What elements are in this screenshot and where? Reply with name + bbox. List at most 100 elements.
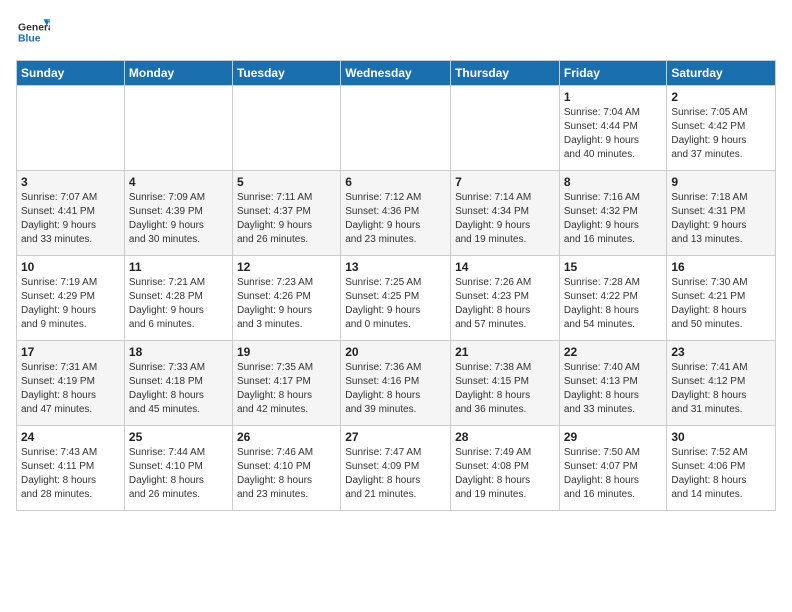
week-row-1: 1 Sunrise: 7:04 AM Sunset: 4:44 PM Daylig… <box>17 86 776 171</box>
day-cell-1: 1 Sunrise: 7:04 AM Sunset: 4:44 PM Daylig… <box>559 86 667 171</box>
day-number-9: 9 <box>671 175 771 189</box>
week-row-2: 3 Sunrise: 7:07 AM Sunset: 4:41 PM Daylig… <box>17 171 776 256</box>
day-info-15: Sunrise: 7:28 AM Sunset: 4:22 PM Dayligh… <box>564 276 663 332</box>
logo-icon: General Blue <box>18 16 50 48</box>
header: General Blue <box>16 16 776 48</box>
day-cell-5: 5 Sunrise: 7:11 AM Sunset: 4:37 PM Daylig… <box>232 171 340 256</box>
day-cell-28: 28 Sunrise: 7:49 AM Sunset: 4:08 PM Dayli… <box>451 426 560 511</box>
day-number-24: 24 <box>21 430 120 444</box>
day-number-20: 20 <box>345 345 446 359</box>
day-info-24: Sunrise: 7:43 AM Sunset: 4:11 PM Dayligh… <box>21 446 120 502</box>
day-number-27: 27 <box>345 430 446 444</box>
day-cell-7: 7Sunrise: 7:14 AM Sunset: 4:34 PM Daylig… <box>451 171 560 256</box>
day-info-14: Sunrise: 7:26 AM Sunset: 4:23 PM Dayligh… <box>455 276 555 332</box>
day-info-20: Sunrise: 7:36 AM Sunset: 4:16 PM Dayligh… <box>345 361 446 417</box>
day-info-10: Sunrise: 7:19 AM Sunset: 4:29 PM Dayligh… <box>21 276 120 332</box>
day-cell-3: 3 Sunrise: 7:07 AM Sunset: 4:41 PM Daylig… <box>17 171 125 256</box>
day-cell-13: 13 Sunrise: 7:25 AM Sunset: 4:25 PM Dayli… <box>341 256 451 341</box>
day-info-25: Sunrise: 7:44 AM Sunset: 4:10 PM Dayligh… <box>129 446 228 502</box>
col-header-sunday: Sunday <box>17 61 125 86</box>
day-cell-22: 22Sunrise: 7:40 AM Sunset: 4:13 PM Dayli… <box>559 341 667 426</box>
calendar: SundayMondayTuesdayWednesdayThursdayFrid… <box>16 60 776 511</box>
day-number-14: 14 <box>455 260 555 274</box>
day-number-8: 8 <box>564 175 663 189</box>
day-number-2: 2 <box>671 90 771 104</box>
day-info-26: Sunrise: 7:46 AM Sunset: 4:10 PM Dayligh… <box>237 446 336 502</box>
day-cell-9: 9 Sunrise: 7:18 AM Sunset: 4:31 PM Daylig… <box>667 171 776 256</box>
day-number-4: 4 <box>129 175 228 189</box>
day-info-17: Sunrise: 7:31 AM Sunset: 4:19 PM Dayligh… <box>21 361 120 417</box>
col-header-monday: Monday <box>124 61 232 86</box>
empty-cell <box>232 86 340 171</box>
day-info-6: Sunrise: 7:12 AM Sunset: 4:36 PM Dayligh… <box>345 191 446 247</box>
day-cell-30: 30 Sunrise: 7:52 AM Sunset: 4:06 PM Dayli… <box>667 426 776 511</box>
day-info-13: Sunrise: 7:25 AM Sunset: 4:25 PM Dayligh… <box>345 276 446 332</box>
empty-cell <box>451 86 560 171</box>
day-number-13: 13 <box>345 260 446 274</box>
day-number-7: 7 <box>455 175 555 189</box>
day-cell-16: 16Sunrise: 7:30 AM Sunset: 4:21 PM Dayli… <box>667 256 776 341</box>
col-header-tuesday: Tuesday <box>232 61 340 86</box>
day-number-1: 1 <box>564 90 663 104</box>
day-info-19: Sunrise: 7:35 AM Sunset: 4:17 PM Dayligh… <box>237 361 336 417</box>
day-info-3: Sunrise: 7:07 AM Sunset: 4:41 PM Dayligh… <box>21 191 120 247</box>
logo: General Blue <box>16 16 50 48</box>
day-info-5: Sunrise: 7:11 AM Sunset: 4:37 PM Dayligh… <box>237 191 336 247</box>
day-number-26: 26 <box>237 430 336 444</box>
day-cell-10: 10 Sunrise: 7:19 AM Sunset: 4:29 PM Dayli… <box>17 256 125 341</box>
day-cell-23: 23 Sunrise: 7:41 AM Sunset: 4:12 PM Dayli… <box>667 341 776 426</box>
day-number-28: 28 <box>455 430 555 444</box>
day-info-8: Sunrise: 7:16 AM Sunset: 4:32 PM Dayligh… <box>564 191 663 247</box>
day-info-9: Sunrise: 7:18 AM Sunset: 4:31 PM Dayligh… <box>671 191 771 247</box>
svg-text:General: General <box>18 22 50 33</box>
empty-cell <box>17 86 125 171</box>
day-cell-24: 24 Sunrise: 7:43 AM Sunset: 4:11 PM Dayli… <box>17 426 125 511</box>
day-number-11: 11 <box>129 260 228 274</box>
day-info-12: Sunrise: 7:23 AM Sunset: 4:26 PM Dayligh… <box>237 276 336 332</box>
header-row: SundayMondayTuesdayWednesdayThursdayFrid… <box>17 61 776 86</box>
day-info-30: Sunrise: 7:52 AM Sunset: 4:06 PM Dayligh… <box>671 446 771 502</box>
day-number-5: 5 <box>237 175 336 189</box>
day-info-16: Sunrise: 7:30 AM Sunset: 4:21 PM Dayligh… <box>671 276 771 332</box>
day-number-21: 21 <box>455 345 555 359</box>
day-number-3: 3 <box>21 175 120 189</box>
week-row-5: 24 Sunrise: 7:43 AM Sunset: 4:11 PM Dayli… <box>17 426 776 511</box>
day-cell-8: 8 Sunrise: 7:16 AM Sunset: 4:32 PM Daylig… <box>559 171 667 256</box>
day-cell-21: 21Sunrise: 7:38 AM Sunset: 4:15 PM Dayli… <box>451 341 560 426</box>
day-info-1: Sunrise: 7:04 AM Sunset: 4:44 PM Dayligh… <box>564 106 663 162</box>
day-cell-15: 15 Sunrise: 7:28 AM Sunset: 4:22 PM Dayli… <box>559 256 667 341</box>
day-info-4: Sunrise: 7:09 AM Sunset: 4:39 PM Dayligh… <box>129 191 228 247</box>
day-info-27: Sunrise: 7:47 AM Sunset: 4:09 PM Dayligh… <box>345 446 446 502</box>
day-info-11: Sunrise: 7:21 AM Sunset: 4:28 PM Dayligh… <box>129 276 228 332</box>
day-cell-14: 14 Sunrise: 7:26 AM Sunset: 4:23 PM Dayli… <box>451 256 560 341</box>
day-info-23: Sunrise: 7:41 AM Sunset: 4:12 PM Dayligh… <box>671 361 771 417</box>
day-info-28: Sunrise: 7:49 AM Sunset: 4:08 PM Dayligh… <box>455 446 555 502</box>
day-number-25: 25 <box>129 430 228 444</box>
week-row-4: 17 Sunrise: 7:31 AM Sunset: 4:19 PM Dayli… <box>17 341 776 426</box>
day-info-2: Sunrise: 7:05 AM Sunset: 4:42 PM Dayligh… <box>671 106 771 162</box>
day-cell-6: 6 Sunrise: 7:12 AM Sunset: 4:36 PM Daylig… <box>341 171 451 256</box>
day-cell-26: 26 Sunrise: 7:46 AM Sunset: 4:10 PM Dayli… <box>232 426 340 511</box>
day-info-29: Sunrise: 7:50 AM Sunset: 4:07 PM Dayligh… <box>564 446 663 502</box>
day-number-23: 23 <box>671 345 771 359</box>
week-row-3: 10 Sunrise: 7:19 AM Sunset: 4:29 PM Dayli… <box>17 256 776 341</box>
svg-text:Blue: Blue <box>18 34 41 45</box>
day-number-30: 30 <box>671 430 771 444</box>
day-cell-11: 11 Sunrise: 7:21 AM Sunset: 4:28 PM Dayli… <box>124 256 232 341</box>
day-number-19: 19 <box>237 345 336 359</box>
day-number-29: 29 <box>564 430 663 444</box>
day-cell-12: 12Sunrise: 7:23 AM Sunset: 4:26 PM Dayli… <box>232 256 340 341</box>
day-cell-29: 29 Sunrise: 7:50 AM Sunset: 4:07 PM Dayli… <box>559 426 667 511</box>
day-cell-19: 19 Sunrise: 7:35 AM Sunset: 4:17 PM Dayli… <box>232 341 340 426</box>
day-cell-27: 27 Sunrise: 7:47 AM Sunset: 4:09 PM Dayli… <box>341 426 451 511</box>
day-cell-18: 18Sunrise: 7:33 AM Sunset: 4:18 PM Dayli… <box>124 341 232 426</box>
day-number-10: 10 <box>21 260 120 274</box>
page: General Blue SundayMondayTuesdayWednesda… <box>0 0 792 612</box>
day-number-17: 17 <box>21 345 120 359</box>
day-number-18: 18 <box>129 345 228 359</box>
day-number-15: 15 <box>564 260 663 274</box>
day-info-22: Sunrise: 7:40 AM Sunset: 4:13 PM Dayligh… <box>564 361 663 417</box>
day-cell-17: 17 Sunrise: 7:31 AM Sunset: 4:19 PM Dayli… <box>17 341 125 426</box>
day-number-6: 6 <box>345 175 446 189</box>
day-cell-20: 20 Sunrise: 7:36 AM Sunset: 4:16 PM Dayli… <box>341 341 451 426</box>
